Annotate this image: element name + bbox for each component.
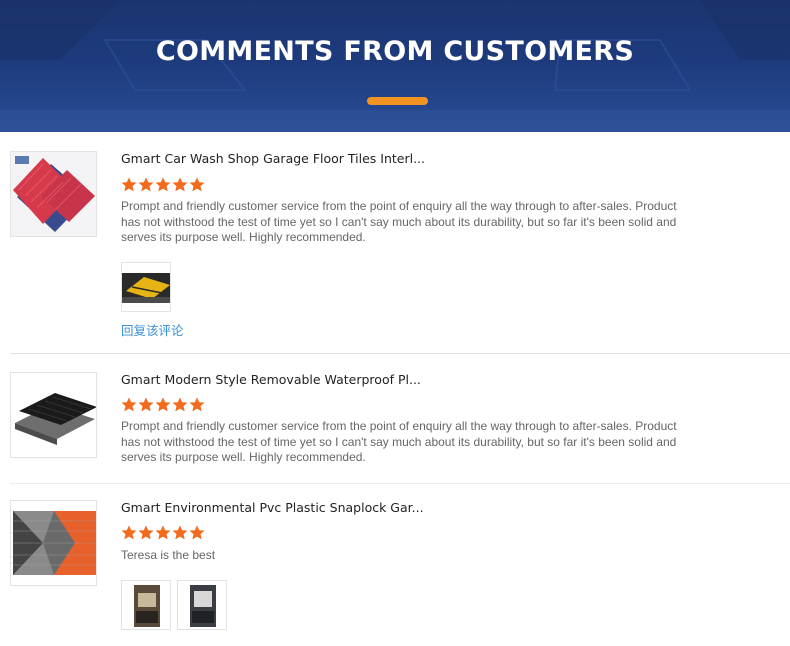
review-text: Teresa is the best (121, 548, 216, 562)
star-icon (172, 177, 188, 192)
star-icon (189, 525, 205, 540)
star-icon (155, 177, 171, 192)
product-title[interactable]: Gmart Modern Style Removable Waterproof … (121, 372, 421, 387)
header-banner: COMMENTS FROM CUSTOMERS (0, 0, 790, 132)
product-thumbnail[interactable] (10, 151, 97, 237)
product-title[interactable]: Gmart Car Wash Shop Garage Floor Tiles I… (121, 151, 425, 166)
review-photo[interactable] (177, 580, 227, 630)
yellow-tile-photo (122, 263, 170, 311)
page-title: COMMENTS FROM CUSTOMERS (155, 36, 635, 67)
star-icon (155, 397, 171, 412)
star-icon (189, 177, 205, 192)
package-photo-2 (178, 581, 226, 629)
star-icon (121, 525, 137, 540)
star-icon (121, 177, 137, 192)
star-icon (172, 397, 188, 412)
star-icon (138, 525, 154, 540)
review-photo[interactable] (121, 580, 171, 630)
star-icon (138, 397, 154, 412)
star-icon (189, 397, 205, 412)
black-grey-tiles-image (11, 373, 96, 457)
product-thumbnail[interactable] (10, 500, 97, 586)
star-icon (138, 177, 154, 192)
star-icon (172, 525, 188, 540)
title-accent-bar (367, 97, 428, 105)
star-rating (121, 397, 205, 412)
product-title[interactable]: Gmart Environmental Pvc Plastic Snaplock… (121, 500, 424, 515)
star-icon (155, 525, 171, 540)
review-photo[interactable] (121, 262, 171, 312)
star-icon (121, 397, 137, 412)
product-thumbnail[interactable] (10, 372, 97, 458)
review-divider (10, 353, 790, 354)
review-text: Prompt and friendly customer service fro… (121, 419, 677, 464)
red-blue-tiles-image (11, 152, 96, 236)
star-rating (121, 177, 205, 192)
grey-orange-tiles-image (11, 501, 96, 585)
package-photo-1 (122, 581, 170, 629)
reply-comment-link[interactable]: 回复该评论 (121, 320, 184, 339)
review-text: Prompt and friendly customer service fro… (121, 199, 677, 244)
star-rating (121, 525, 205, 540)
review-divider (10, 483, 790, 484)
